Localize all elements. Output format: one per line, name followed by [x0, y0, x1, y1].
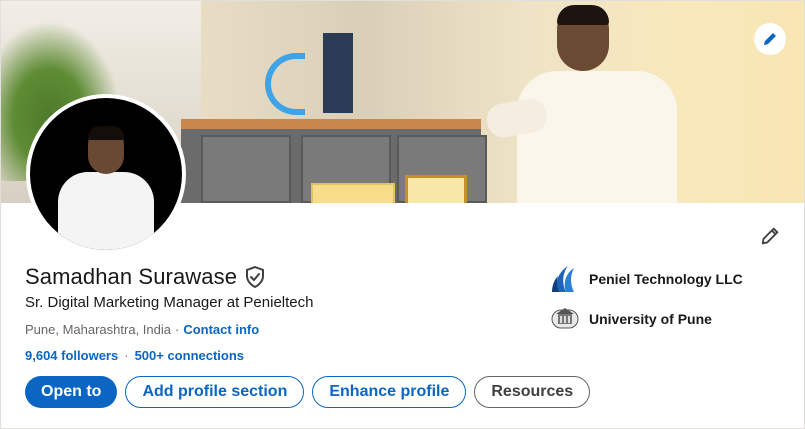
profile-name: Samadhan Surawase	[25, 264, 238, 289]
separator: ·	[124, 348, 129, 363]
profile-headline: Sr. Digital Marketing Manager at Penielt…	[25, 294, 314, 311]
profile-card: Samadhan Surawase Sr. Digital Marketing …	[0, 0, 805, 429]
edit-intro-button[interactable]	[756, 222, 784, 250]
connections-link[interactable]: 500+ connections	[135, 348, 244, 363]
followers-link[interactable]: 9,604 followers	[25, 348, 118, 363]
network-stats: 9,604 followers · 500+ connections	[25, 348, 244, 363]
resources-button[interactable]: Resources	[474, 376, 591, 408]
enhance-profile-button[interactable]: Enhance profile	[312, 376, 467, 408]
profile-actions: Open to Add profile section Enhance prof…	[25, 376, 591, 408]
profile-photo[interactable]	[26, 94, 186, 254]
current-company-link[interactable]: Peniel Technology LLC	[550, 264, 743, 294]
pencil-icon	[764, 33, 776, 45]
verified-shield-icon[interactable]	[245, 266, 265, 288]
location-text: Pune, Maharashtra, India	[25, 322, 171, 337]
company-name: Peniel Technology LLC	[589, 271, 743, 287]
open-to-button[interactable]: Open to	[25, 376, 118, 408]
edit-cover-button[interactable]	[754, 23, 786, 55]
contact-info-link[interactable]: Contact info	[183, 322, 259, 337]
add-profile-section-button[interactable]: Add profile section	[125, 376, 305, 408]
location-row: Pune, Maharashtra, India · Contact info	[25, 322, 259, 337]
pencil-icon	[761, 227, 779, 245]
school-name: University of Pune	[589, 311, 712, 327]
university-seal-icon	[550, 304, 580, 334]
education-link[interactable]: University of Pune	[550, 304, 712, 334]
peniel-logo-icon	[550, 264, 580, 294]
separator: ·	[174, 322, 180, 337]
